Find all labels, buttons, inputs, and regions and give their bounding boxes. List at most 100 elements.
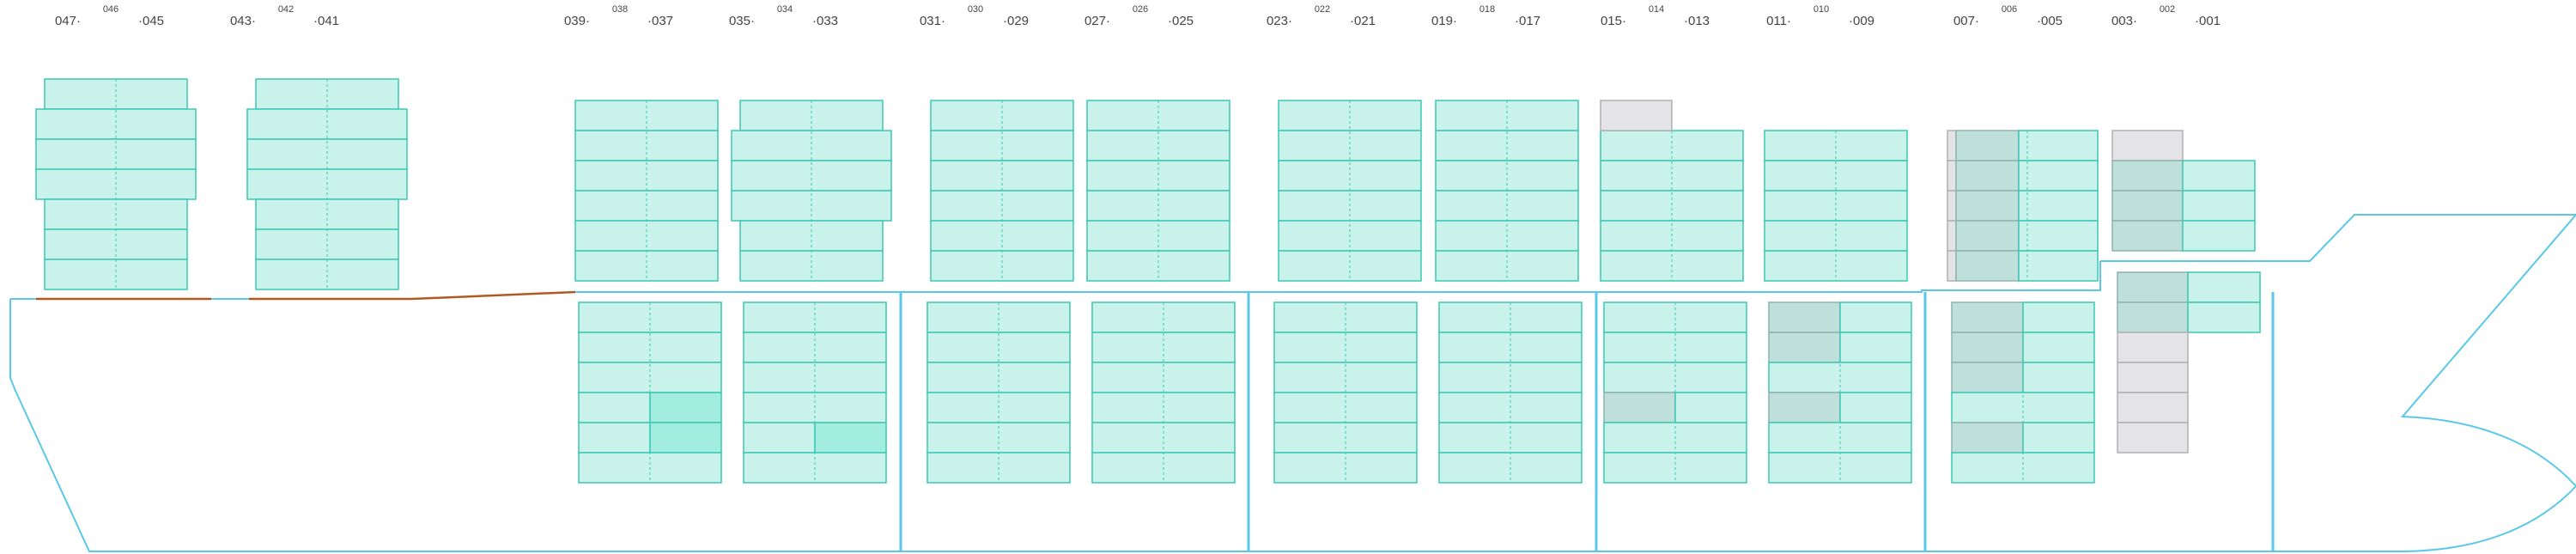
- container-slot[interactable]: [1086, 130, 1230, 161]
- container-slot-occupied[interactable]: [1951, 362, 2024, 393]
- bay-label-003-001[interactable]: 003· 002 ·001: [2111, 4, 2221, 28]
- container-slot[interactable]: [1091, 301, 1236, 333]
- container-slot[interactable]: [1603, 301, 1747, 333]
- container-slot-empty[interactable]: [1947, 250, 1957, 282]
- container-slot-occupied[interactable]: [1951, 422, 2024, 454]
- container-slot[interactable]: [2182, 160, 2256, 192]
- container-slot[interactable]: [1435, 100, 1579, 131]
- container-slot[interactable]: [1764, 160, 1908, 192]
- container-slot[interactable]: [1600, 160, 1744, 192]
- container-slot[interactable]: [2022, 301, 2095, 333]
- container-slot-occupied[interactable]: [1768, 332, 1841, 363]
- container-slot[interactable]: [44, 259, 188, 290]
- container-slot[interactable]: [1603, 332, 1747, 363]
- container-slot[interactable]: [1600, 190, 1744, 222]
- container-slot[interactable]: [930, 100, 1074, 131]
- container-slot[interactable]: [731, 130, 892, 161]
- container-slot[interactable]: [1438, 362, 1583, 393]
- container-slot-occupied[interactable]: [1768, 301, 1841, 333]
- bay-label-007-005[interactable]: 007· 006 ·005: [1953, 4, 2063, 28]
- bay-label-011-009[interactable]: 011· 010 ·009: [1766, 4, 1874, 28]
- container-slot[interactable]: [731, 160, 892, 192]
- container-slot-occupied[interactable]: [2111, 220, 2184, 252]
- container-slot[interactable]: [2018, 250, 2099, 282]
- container-slot[interactable]: [930, 160, 1074, 192]
- container-slot-occupied[interactable]: [1955, 220, 2020, 252]
- container-slot-empty[interactable]: [2117, 362, 2189, 393]
- container-slot[interactable]: [578, 362, 722, 393]
- container-slot-occupied[interactable]: [1768, 392, 1841, 423]
- bay-label-031-029[interactable]: 031· 030 ·029: [920, 4, 1029, 28]
- container-slot[interactable]: [578, 301, 722, 333]
- container-slot[interactable]: [927, 362, 1071, 393]
- container-slot[interactable]: [1438, 332, 1583, 363]
- bay-label-035-033[interactable]: 035· 034 ·033: [729, 4, 838, 28]
- container-slot[interactable]: [1839, 392, 1912, 423]
- container-slot-occupied[interactable]: [1951, 332, 2024, 363]
- container-slot-occupied[interactable]: [1603, 392, 1676, 423]
- container-slot[interactable]: [1839, 332, 1912, 363]
- container-slot[interactable]: [35, 138, 197, 170]
- container-slot[interactable]: [2182, 190, 2256, 222]
- bay-label-023-021[interactable]: 023· 022 ·021: [1267, 4, 1376, 28]
- container-slot[interactable]: [1674, 392, 1747, 423]
- container-slot[interactable]: [574, 130, 719, 161]
- container-slot-occupied[interactable]: [1955, 190, 2020, 222]
- container-slot[interactable]: [2182, 220, 2256, 252]
- container-slot-empty[interactable]: [1947, 130, 1957, 161]
- container-slot[interactable]: [35, 108, 197, 140]
- container-slot[interactable]: [1086, 160, 1230, 192]
- container-slot[interactable]: [1091, 362, 1236, 393]
- container-slot[interactable]: [44, 78, 188, 110]
- container-slot[interactable]: [1435, 160, 1579, 192]
- container-slot[interactable]: [739, 100, 884, 131]
- container-slot[interactable]: [2018, 220, 2099, 252]
- container-slot[interactable]: [2187, 301, 2261, 333]
- bay-label-019-017[interactable]: 019· 018 ·017: [1431, 4, 1540, 28]
- container-slot[interactable]: [1435, 130, 1579, 161]
- container-slot[interactable]: [2018, 190, 2099, 222]
- container-slot-empty[interactable]: [1947, 190, 1957, 222]
- container-slot-occupied[interactable]: [2111, 160, 2184, 192]
- container-slot[interactable]: [2022, 422, 2095, 454]
- container-slot[interactable]: [578, 332, 722, 363]
- bay-label-027-025[interactable]: 027· 026 ·025: [1084, 4, 1194, 28]
- container-slot[interactable]: [1603, 362, 1747, 393]
- container-slot[interactable]: [574, 160, 719, 192]
- container-slot-empty[interactable]: [2117, 392, 2189, 423]
- container-slot[interactable]: [1278, 160, 1422, 192]
- container-slot[interactable]: [1839, 301, 1912, 333]
- container-slot[interactable]: [743, 422, 816, 454]
- container-slot-occupied[interactable]: [2111, 190, 2184, 222]
- container-slot-empty[interactable]: [1947, 220, 1957, 252]
- container-slot[interactable]: [1273, 301, 1418, 333]
- container-slot[interactable]: [1764, 190, 1908, 222]
- container-slot-highlighted[interactable]: [814, 422, 887, 454]
- container-slot[interactable]: [2022, 332, 2095, 363]
- bay-label-043-041[interactable]: 043· 042 ·041: [230, 4, 339, 28]
- container-slot[interactable]: [1438, 301, 1583, 333]
- container-slot[interactable]: [927, 301, 1071, 333]
- container-slot[interactable]: [574, 100, 719, 131]
- container-slot[interactable]: [1273, 362, 1418, 393]
- container-slot-highlighted[interactable]: [649, 392, 722, 423]
- container-slot[interactable]: [2022, 362, 2095, 393]
- container-slot[interactable]: [255, 78, 399, 110]
- container-slot[interactable]: [1600, 130, 1744, 161]
- bay-label-047-045[interactable]: 047· 046 ·045: [55, 4, 164, 28]
- container-slot[interactable]: [2018, 160, 2099, 192]
- container-slot-empty[interactable]: [2111, 130, 2184, 161]
- container-slot-occupied[interactable]: [2117, 271, 2189, 303]
- container-slot[interactable]: [743, 301, 887, 333]
- container-slot-occupied[interactable]: [1955, 130, 2020, 161]
- container-slot-empty[interactable]: [1947, 160, 1957, 192]
- container-slot-empty[interactable]: [1600, 100, 1673, 131]
- bay-label-015-013[interactable]: 015· 014 ·013: [1601, 4, 1710, 28]
- container-slot[interactable]: [1091, 332, 1236, 363]
- container-slot[interactable]: [246, 138, 408, 170]
- container-slot-highlighted[interactable]: [649, 422, 722, 454]
- container-slot[interactable]: [578, 422, 651, 454]
- container-slot[interactable]: [578, 392, 651, 423]
- container-slot[interactable]: [927, 332, 1071, 363]
- container-slot[interactable]: [2018, 130, 2099, 161]
